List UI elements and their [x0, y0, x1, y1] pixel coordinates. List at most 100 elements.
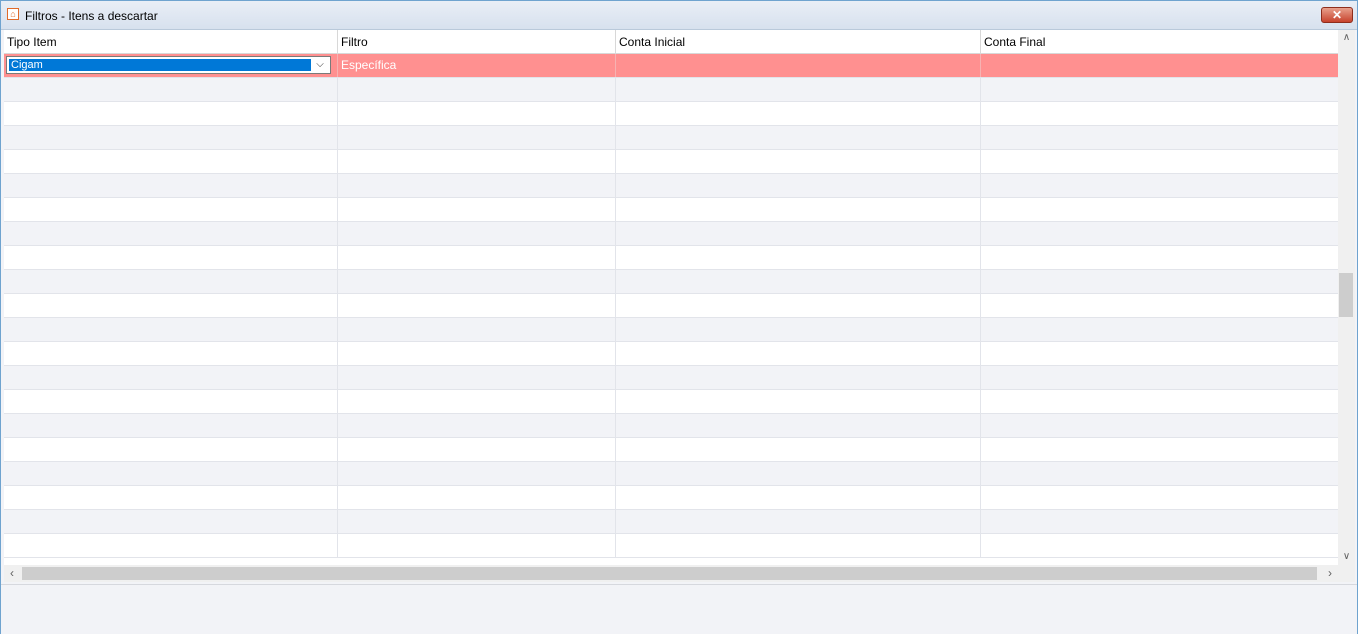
table-cell[interactable] [338, 174, 616, 197]
table-cell[interactable] [338, 462, 616, 485]
table-cell[interactable] [4, 246, 338, 269]
table-cell[interactable] [4, 486, 338, 509]
table-cell[interactable] [981, 390, 1338, 413]
table-cell[interactable] [616, 126, 981, 149]
table-row[interactable] [4, 510, 1338, 534]
table-row[interactable] [4, 222, 1338, 246]
table-cell[interactable] [981, 78, 1338, 101]
table-cell[interactable] [4, 150, 338, 173]
table-cell[interactable] [981, 150, 1338, 173]
table-cell[interactable] [4, 78, 338, 101]
table-cell[interactable] [616, 174, 981, 197]
table-cell[interactable] [4, 222, 338, 245]
cell-conta-final[interactable] [981, 54, 1338, 77]
column-header-tipo-item[interactable]: Tipo Item [4, 30, 338, 53]
table-cell[interactable] [338, 270, 616, 293]
table-cell[interactable] [4, 438, 338, 461]
table-cell[interactable] [338, 510, 616, 533]
table-cell[interactable] [4, 270, 338, 293]
table-cell[interactable] [616, 270, 981, 293]
table-cell[interactable] [338, 390, 616, 413]
table-row-selected[interactable]: Cigam ⌵ Específica [4, 54, 1338, 78]
table-row[interactable] [4, 126, 1338, 150]
table-cell[interactable] [338, 198, 616, 221]
cell-conta-inicial[interactable] [616, 54, 981, 77]
column-header-conta-inicial[interactable]: Conta Inicial [616, 30, 981, 53]
table-cell[interactable] [616, 318, 981, 341]
table-cell[interactable] [616, 510, 981, 533]
table-cell[interactable] [616, 414, 981, 437]
cell-tipo-item[interactable]: Cigam ⌵ [4, 54, 338, 77]
vertical-scrollbar[interactable]: ∧ ∨ [1338, 30, 1355, 565]
table-row[interactable] [4, 78, 1338, 102]
table-cell[interactable] [338, 534, 616, 557]
table-cell[interactable] [981, 126, 1338, 149]
table-row[interactable] [4, 486, 1338, 510]
table-cell[interactable] [338, 246, 616, 269]
column-header-filtro[interactable]: Filtro [338, 30, 616, 53]
table-row[interactable] [4, 534, 1338, 558]
chevron-left-icon[interactable]: ‹ [4, 565, 20, 582]
table-cell[interactable] [981, 534, 1338, 557]
chevron-up-icon[interactable]: ∧ [1338, 30, 1355, 46]
table-cell[interactable] [981, 174, 1338, 197]
table-cell[interactable] [616, 198, 981, 221]
table-cell[interactable] [981, 342, 1338, 365]
table-cell[interactable] [981, 294, 1338, 317]
table-cell[interactable] [338, 222, 616, 245]
table-cell[interactable] [981, 198, 1338, 221]
table-cell[interactable] [616, 78, 981, 101]
table-row[interactable] [4, 174, 1338, 198]
horizontal-scroll-thumb[interactable] [22, 567, 1317, 580]
data-grid[interactable]: Tipo Item Filtro Conta Inicial Conta Fin… [4, 30, 1338, 565]
table-cell[interactable] [338, 414, 616, 437]
table-cell[interactable] [338, 438, 616, 461]
table-cell[interactable] [338, 342, 616, 365]
cell-filtro[interactable]: Específica [338, 54, 616, 77]
table-cell[interactable] [616, 294, 981, 317]
table-cell[interactable] [338, 294, 616, 317]
chevron-down-icon[interactable]: ⌵ [313, 58, 327, 72]
table-cell[interactable] [981, 438, 1338, 461]
table-row[interactable] [4, 390, 1338, 414]
tipo-item-combobox[interactable]: Cigam ⌵ [6, 56, 331, 74]
table-cell[interactable] [4, 318, 338, 341]
table-cell[interactable] [4, 510, 338, 533]
table-cell[interactable] [616, 366, 981, 389]
table-row[interactable] [4, 102, 1338, 126]
table-row[interactable] [4, 198, 1338, 222]
table-cell[interactable] [338, 78, 616, 101]
table-cell[interactable] [981, 246, 1338, 269]
title-bar[interactable]: ⌂ Filtros - Itens a descartar ✕ [1, 1, 1357, 30]
table-cell[interactable] [4, 126, 338, 149]
column-header-conta-final[interactable]: Conta Final [981, 30, 1338, 53]
table-cell[interactable] [616, 246, 981, 269]
table-row[interactable] [4, 366, 1338, 390]
table-cell[interactable] [981, 318, 1338, 341]
table-cell[interactable] [981, 102, 1338, 125]
table-cell[interactable] [4, 198, 338, 221]
table-cell[interactable] [981, 222, 1338, 245]
horizontal-scrollbar[interactable]: ‹ › [4, 565, 1338, 582]
table-cell[interactable] [338, 150, 616, 173]
table-cell[interactable] [4, 366, 338, 389]
table-cell[interactable] [981, 486, 1338, 509]
table-cell[interactable] [616, 222, 981, 245]
close-button[interactable]: ✕ [1321, 7, 1353, 23]
table-cell[interactable] [616, 150, 981, 173]
table-cell[interactable] [981, 510, 1338, 533]
table-cell[interactable] [616, 102, 981, 125]
table-cell[interactable] [981, 414, 1338, 437]
table-cell[interactable] [4, 102, 338, 125]
table-cell[interactable] [4, 390, 338, 413]
table-cell[interactable] [4, 534, 338, 557]
chevron-right-icon[interactable]: › [1322, 565, 1338, 582]
table-cell[interactable] [338, 126, 616, 149]
table-cell[interactable] [338, 318, 616, 341]
table-cell[interactable] [616, 390, 981, 413]
table-cell[interactable] [616, 438, 981, 461]
table-cell[interactable] [4, 342, 338, 365]
table-row[interactable] [4, 318, 1338, 342]
table-cell[interactable] [4, 294, 338, 317]
table-row[interactable] [4, 462, 1338, 486]
